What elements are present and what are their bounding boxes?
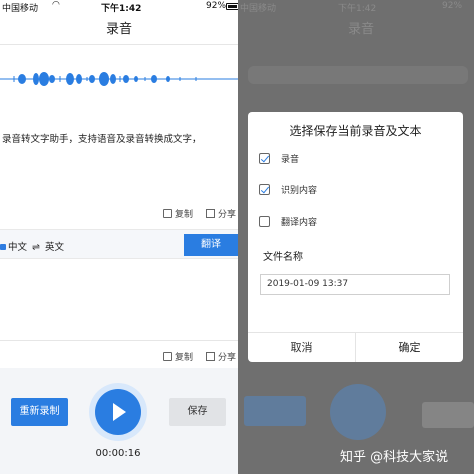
status-time: 下午1:42 (101, 4, 142, 14)
save-button[interactable]: 保存 (169, 398, 226, 426)
option-label: 识别内容 (281, 186, 318, 196)
battery-percent: 92% (442, 1, 463, 11)
copy-icon (163, 352, 172, 361)
section-divider (0, 340, 238, 341)
cancel-button[interactable]: 取消 (248, 333, 355, 362)
dialog-title: 选择保存当前录音及文本 (289, 124, 422, 138)
rerecord-button[interactable]: 重新录制 (11, 398, 68, 426)
swap-icon[interactable]: ⇌ (32, 242, 40, 253)
target-language[interactable]: 英文 (45, 242, 64, 253)
play-button-dimmed (330, 384, 386, 440)
copy-icon (163, 209, 172, 218)
carrier-label: 中国移动 (2, 4, 39, 14)
option-translated-content[interactable]: 翻译内容 (259, 215, 317, 228)
battery-icon (226, 3, 238, 10)
share-translation-button[interactable]: 分享 (206, 350, 236, 363)
translate-button[interactable]: 翻译 (184, 234, 238, 256)
checkbox-recording[interactable] (259, 153, 270, 164)
recording-screen: 中国移动 ◠ 下午1:42 92% 录音 录音转文字助手，支持语音及录音转换成文… (0, 0, 238, 474)
save-dialog: 选择保存当前录音及文本 录音 识别内容 翻译内容 文件名称 2019-01-09… (248, 112, 463, 362)
checkbox-translated-content[interactable] (259, 216, 270, 227)
waveform (0, 72, 238, 86)
option-recognized-content[interactable]: 识别内容 (259, 183, 317, 196)
share-label: 分享 (218, 210, 237, 220)
share-button[interactable]: 分享 (206, 207, 236, 220)
transcript-text[interactable]: 录音转文字助手，支持语音及录音转换成文字， (2, 132, 236, 147)
status-bar: 中国移动 ◠ 下午1:42 92% (0, 0, 238, 14)
share-icon (206, 352, 215, 361)
wifi-icon: ◠ (52, 0, 60, 10)
battery-percent: 92% (206, 1, 227, 11)
filename-input[interactable]: 2019-01-09 13:37 (260, 274, 450, 295)
save-button-dimmed (422, 402, 474, 428)
option-label: 翻译内容 (281, 218, 318, 228)
share-label: 分享 (218, 353, 237, 363)
copy-label: 复制 (175, 353, 194, 363)
page-title: 录音 (348, 22, 375, 37)
checkbox-recognized-content[interactable] (259, 184, 270, 195)
rerecord-button-dimmed (244, 396, 306, 426)
language-icon (0, 244, 6, 250)
filename-label: 文件名称 (263, 252, 303, 263)
copy-button[interactable]: 复制 (163, 207, 193, 220)
watermark: 知乎 @科技大家说 (340, 450, 449, 465)
source-language[interactable]: 中文 (8, 242, 27, 253)
screenshot-root: 中国移动 ◠ 下午1:42 92% 录音 录音转文字助手，支持语音及录音转换成文… (0, 0, 474, 474)
copy-label: 复制 (175, 210, 194, 220)
play-icon (113, 403, 126, 421)
recording-timer: 00:00:16 (95, 448, 141, 459)
carrier-label: 中国移动 (240, 4, 277, 14)
page-title: 录音 (105, 22, 132, 37)
language-selector[interactable]: 中文 ⇌ 英文 (0, 239, 64, 253)
option-label: 录音 (281, 155, 300, 165)
status-time: 下午1:42 (338, 4, 377, 14)
option-recording[interactable]: 录音 (259, 152, 299, 165)
play-button[interactable] (95, 389, 141, 435)
confirm-button[interactable]: 确定 (356, 333, 463, 362)
nav-divider (0, 44, 238, 45)
copy-translation-button[interactable]: 复制 (163, 350, 193, 363)
share-icon (206, 209, 215, 218)
waveform (248, 66, 468, 84)
